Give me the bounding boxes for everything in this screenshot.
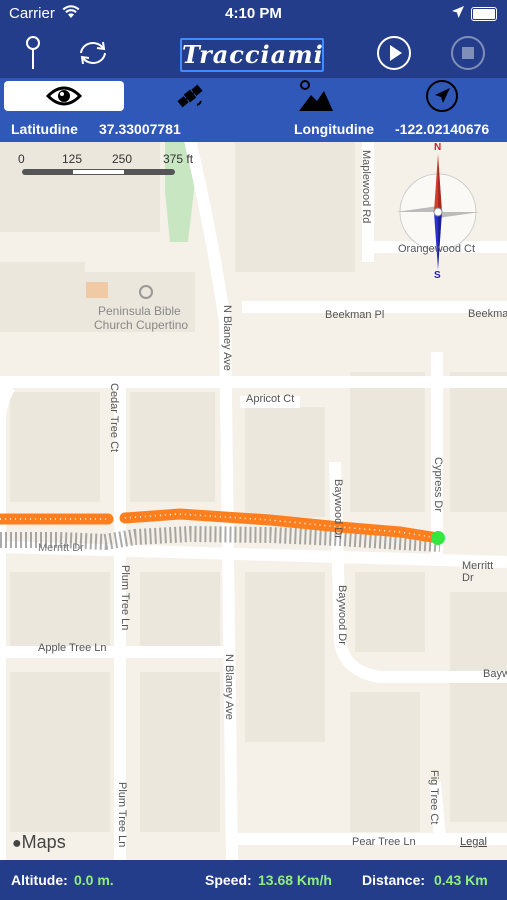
eye-icon: [46, 86, 82, 106]
pin-icon: [26, 36, 40, 69]
distance-value: 0.43 Km: [434, 872, 488, 888]
tab-navigate[interactable]: [382, 80, 502, 112]
distance-label: Distance:: [362, 872, 426, 888]
stop-button[interactable]: [449, 34, 487, 72]
street-plum-tree: Plum Tree Ln: [119, 565, 131, 631]
street-apple-tree: Apple Tree Ln: [38, 642, 107, 654]
map-mode-tabs: [0, 78, 507, 114]
altitude-value: 0.0 m.: [74, 872, 114, 888]
maps-attribution: ●Maps: [12, 832, 66, 852]
coordinates-bar: Latitudine 37.33007781 Longitudine -122.…: [0, 114, 507, 142]
compass-north: N: [434, 142, 442, 153]
refresh-button[interactable]: [74, 34, 112, 72]
tab-satellite[interactable]: [130, 81, 250, 111]
street-apricot: Apricot Ct: [246, 393, 295, 405]
street-beekman: Beekman Pl: [325, 309, 385, 321]
logo-text: Tracciami: [182, 40, 324, 69]
app-logo: Tracciami: [180, 38, 324, 72]
scale-tick-3: 375 ft: [163, 152, 194, 166]
altitude-label: Altitude:: [11, 872, 68, 888]
mountain-icon: [299, 80, 333, 111]
status-bar: Carrier 4:10 PM: [0, 0, 507, 28]
compass-south: S: [434, 270, 441, 281]
scale-tick-1: 125: [62, 152, 83, 166]
latitude-value: 37.33007781: [99, 121, 181, 137]
tab-view[interactable]: [4, 81, 124, 111]
street-cedar-tree: Cedar Tree Ct: [108, 383, 120, 453]
speed-value: 13.68 Km/h: [258, 872, 332, 888]
street-blaney-1: N Blaney Ave: [221, 305, 233, 371]
pin-button[interactable]: [14, 34, 52, 72]
latitude-label: Latitudine: [11, 121, 78, 137]
battery-icon: [471, 7, 497, 21]
street-fig-tree: Fig Tree Ct: [428, 770, 440, 825]
street-beekman-2: Beekma: [468, 308, 507, 320]
street-orangewood: Orangewood Ct: [398, 243, 476, 255]
street-baywood-2: Baywood Dr: [336, 585, 348, 645]
longitude-value: -122.02140676: [395, 121, 490, 137]
location-arrow-icon: [452, 6, 464, 18]
scale-bar: [22, 169, 175, 175]
street-plum-tree-2: Plum Tree Ln: [116, 782, 128, 848]
refresh-icon: [80, 41, 106, 65]
street-merritt-2: Merritt Dr: [462, 560, 494, 584]
stats-bar: Altitude: 0.0 m. Speed: 13.68 Km/h Dista…: [0, 860, 507, 900]
street-bayw: Bayw: [483, 668, 507, 680]
clock: 4:10 PM: [225, 5, 282, 22]
toolbar: Tracciami: [0, 28, 507, 78]
longitude-label: Longitudine: [294, 121, 375, 137]
navigation-icon: [426, 80, 458, 112]
map-view[interactable]: 0 125 250 375 ft N S Maplewood Rd Orange…: [0, 142, 507, 860]
satellite-icon: [177, 84, 203, 108]
end-point-marker: [431, 531, 445, 545]
scale-tick-2: 250: [112, 152, 133, 166]
street-cypress: Cypress Dr: [432, 457, 444, 513]
street-merritt: Merritt Dr: [38, 542, 84, 554]
play-button[interactable]: [375, 34, 413, 72]
street-pear-tree: Pear Tree Ln: [352, 836, 416, 848]
street-blaney-2: N Blaney Ave: [223, 654, 235, 720]
street-maplewood: Maplewood Rd: [360, 150, 372, 224]
church-label-2: Church Cupertino: [94, 318, 189, 332]
apple-logo-icon: ●: [12, 835, 22, 852]
tab-terrain[interactable]: [256, 80, 376, 111]
compass-rose-icon: [396, 154, 480, 270]
play-icon: [377, 36, 411, 70]
street-baywood: Baywood Dr: [332, 479, 344, 539]
scale-tick-0: 0: [18, 152, 25, 166]
stop-icon: [451, 36, 485, 70]
speed-label: Speed:: [205, 872, 252, 888]
legal-link[interactable]: Legal: [460, 836, 487, 848]
church-label-1: Peninsula Bible: [98, 304, 181, 318]
compass[interactable]: N S: [390, 142, 490, 282]
